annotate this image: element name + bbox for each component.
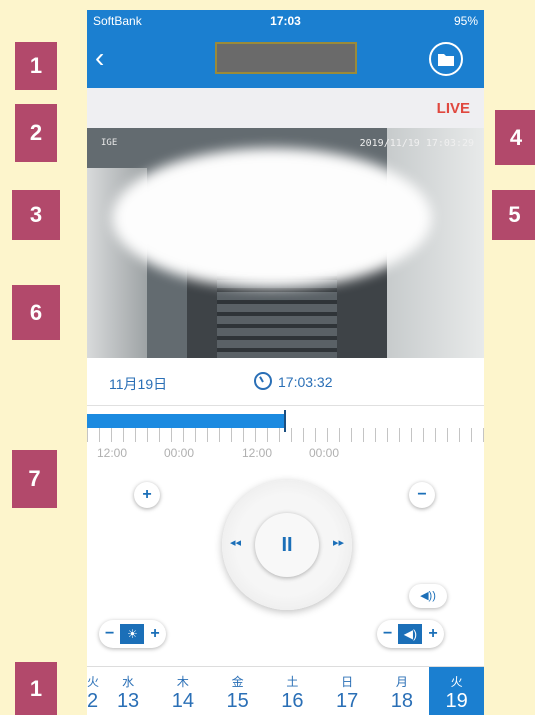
zoom-out-button[interactable]: − xyxy=(409,482,435,508)
zoom-in-button[interactable]: + xyxy=(134,482,160,508)
day-number: 2 xyxy=(87,690,99,712)
day-number: 13 xyxy=(116,690,140,712)
nav-bar: ‹ xyxy=(87,32,484,88)
day-number: 19 xyxy=(445,690,468,712)
speaker-button[interactable]: ◀)) xyxy=(409,584,447,608)
rewind-button[interactable]: ◂◂ xyxy=(230,536,241,549)
day-tab[interactable]: 水 13 xyxy=(101,667,156,715)
day-tab[interactable]: 月 18 xyxy=(375,667,430,715)
day-number: 14 xyxy=(171,690,194,712)
phone-screen: SoftBank 17:03 95% ‹ LIVE IGE 2019/11/19… xyxy=(87,10,484,715)
annotation-badge-2: 2 xyxy=(15,104,57,162)
battery-label: 95% xyxy=(453,14,478,28)
annotation-badge-5: 5 xyxy=(492,190,535,240)
day-of-week: 日 xyxy=(341,675,354,689)
playback-panel: 12:00 00:00 12:00 00:00 + − ◂◂ II ▸▸ ◀))… xyxy=(87,406,484,666)
folder-icon[interactable] xyxy=(429,42,463,76)
volume-icon: ◀) xyxy=(398,624,423,644)
back-icon[interactable]: ‹ xyxy=(95,44,117,72)
annotation-badge-6: 6 xyxy=(12,285,60,340)
brightness-minus-button[interactable]: − xyxy=(105,625,114,643)
day-tab[interactable]: 木 14 xyxy=(155,667,210,715)
clock-icon xyxy=(254,372,272,390)
brightness-icon: ☀ xyxy=(120,624,145,644)
volume-minus-button[interactable]: − xyxy=(383,625,392,643)
day-number: 15 xyxy=(226,690,249,712)
video-timestamp: 2019/11/19 17:03:29 xyxy=(359,138,474,149)
tick-label: 12:00 xyxy=(242,446,273,460)
tick-label: 12:00 xyxy=(97,446,128,460)
day-tab[interactable]: 火 2 xyxy=(87,667,101,715)
video-osd-label: IGE xyxy=(101,138,118,148)
annotation-badge-7: 7 xyxy=(12,450,57,508)
day-tab[interactable]: 土 16 xyxy=(265,667,320,715)
fast-forward-button[interactable]: ▸▸ xyxy=(333,536,344,549)
day-of-week: 火 xyxy=(450,675,463,689)
volume-control: − ◀) + xyxy=(377,620,444,648)
day-number: 17 xyxy=(336,690,359,712)
tick-label: 00:00 xyxy=(309,446,340,460)
annotation-badge-1-bottom: 1 xyxy=(15,662,57,715)
day-of-week: 火 xyxy=(87,675,100,689)
status-time: 17:03 xyxy=(270,14,301,28)
annotation-badge-3: 3 xyxy=(12,190,60,240)
carrier-label: SoftBank xyxy=(93,14,142,28)
day-of-week: 土 xyxy=(286,675,299,689)
tick-label: 00:00 xyxy=(164,446,195,460)
week-selector: 火 2 水 13 木 14 金 15 土 16 日 17 月 18 火 19 xyxy=(87,666,484,715)
live-label[interactable]: LIVE xyxy=(437,100,470,117)
timeline-progress[interactable] xyxy=(87,414,286,428)
brightness-control: − ☀ + xyxy=(99,620,166,648)
day-of-week: 月 xyxy=(395,675,408,689)
date-time-bar: 11月19日 17:03:32 xyxy=(87,358,484,406)
time-label[interactable]: 17:03:32 xyxy=(278,374,333,390)
privacy-blur xyxy=(112,148,432,288)
volume-plus-button[interactable]: + xyxy=(428,625,437,643)
day-tab[interactable]: 金 15 xyxy=(210,667,265,715)
timeline-ticks[interactable] xyxy=(87,428,484,442)
day-of-week: 木 xyxy=(176,675,189,689)
day-tab[interactable]: 日 17 xyxy=(320,667,375,715)
annotation-badge-4: 4 xyxy=(495,110,535,165)
brightness-plus-button[interactable]: + xyxy=(150,625,159,643)
annotation-badge-1-top: 1 xyxy=(15,42,57,90)
day-of-week: 水 xyxy=(122,675,135,689)
day-of-week: 金 xyxy=(231,675,244,689)
status-bar: SoftBank 17:03 95% xyxy=(87,10,484,32)
timeline-labels: 12:00 00:00 12:00 00:00 xyxy=(87,446,484,462)
day-number: 18 xyxy=(390,690,414,712)
live-bar: LIVE xyxy=(87,88,484,128)
camera-title xyxy=(215,42,357,74)
camera-video[interactable]: IGE 2019/11/19 17:03:29 xyxy=(87,128,484,358)
playback-dial: ◂◂ II ▸▸ xyxy=(222,480,352,610)
pause-button[interactable]: II xyxy=(255,513,319,577)
day-tab-selected[interactable]: 火 19 xyxy=(429,667,484,715)
day-number: 16 xyxy=(281,690,304,712)
date-label[interactable]: 11月19日 xyxy=(109,374,167,394)
